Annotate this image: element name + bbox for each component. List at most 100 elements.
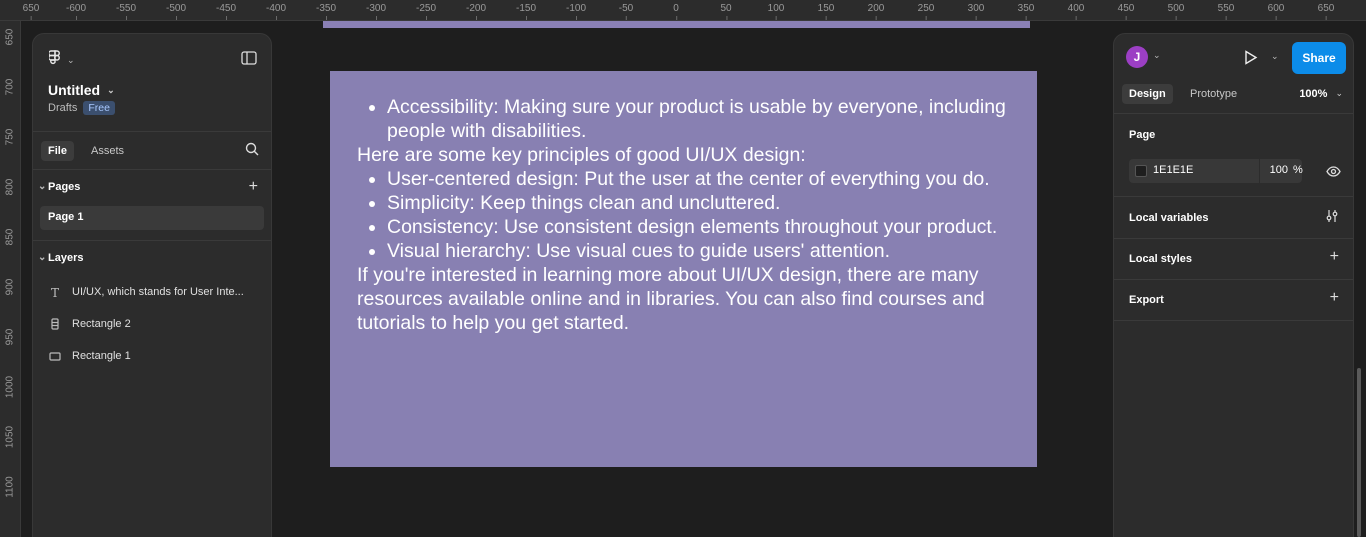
add-page-plus-icon[interactable]: + — [249, 178, 258, 196]
tab-assets[interactable]: Assets — [84, 141, 131, 161]
rectangle-2-canvas[interactable] — [323, 21, 1030, 28]
export-label: Export — [1129, 294, 1164, 306]
ruler-tick-label: 400 — [1067, 3, 1085, 20]
eye-icon[interactable] — [1326, 164, 1341, 182]
ruler-tick-label: 300 — [967, 3, 985, 20]
avatar[interactable]: J — [1126, 46, 1148, 68]
chevron-down-icon: ⌄ — [107, 84, 115, 95]
bullet-list-1: Accessibility: Making sure your product … — [357, 95, 1017, 143]
chevron-down-icon: ⌄ — [38, 181, 47, 192]
ruler-tick-label: -400 — [265, 3, 287, 20]
tab-design[interactable]: Design — [1122, 84, 1173, 104]
layer-item[interactable]: Rectangle 2 — [33, 309, 271, 341]
play-icon[interactable] — [1244, 50, 1258, 70]
drafts-label[interactable]: Drafts — [48, 102, 77, 114]
figma-logo-icon — [48, 50, 61, 71]
list-item: User-centered design: Put the user at th… — [387, 167, 1017, 191]
file-title-text: Untitled — [48, 82, 101, 98]
ruler-tick-label: 550 — [1217, 3, 1235, 20]
ruler-tick-label: 500 — [1167, 3, 1185, 20]
text-icon: T — [50, 286, 59, 300]
ruler-tick-label: 350 — [1017, 3, 1035, 20]
pages-section-header[interactable]: ⌄ Pages + — [33, 170, 271, 206]
layer-name: Rectangle 1 — [72, 350, 131, 362]
bullet-list-2: User-centered design: Put the user at th… — [357, 167, 1017, 263]
layer-name: Rectangle 2 — [72, 318, 131, 330]
chevron-down-icon: ⌄ — [67, 55, 75, 65]
export-row[interactable]: Export + — [1114, 280, 1353, 321]
rectangle-icon — [48, 350, 62, 364]
layer-name: UI/UX, which stands for User Inte... — [72, 286, 244, 298]
file-meta: Drafts Free — [48, 101, 115, 115]
opacity-field[interactable]: 100 % — [1260, 159, 1303, 183]
paragraph: If you're interested in learning more ab… — [357, 264, 985, 334]
layer-item[interactable]: Rectangle 1 — [33, 341, 271, 373]
left-tabs: File Assets — [33, 132, 271, 170]
horizontal-ruler: 650 -600 -550 -500 -450 -400 -350 -300 -250 -200-… — [0, 0, 1366, 21]
ruler-tick-label: -50 — [618, 3, 634, 20]
ruler-tick-label: 0 — [673, 3, 679, 20]
sidebar-toggle-icon[interactable] — [241, 51, 257, 70]
chevron-down-icon[interactable]: ⌄ — [1153, 50, 1161, 61]
zoom-dropdown[interactable]: 100% ⌄ — [1299, 88, 1343, 100]
ruler-tick-label: -200 — [465, 3, 487, 20]
share-button[interactable]: Share — [1292, 42, 1346, 74]
vertical-ruler: 650 700 750 800 850 900 950 1000 1050 1100 — [0, 21, 21, 537]
right-sidebar: J ⌄ ⌄ Share Design Prototype 100% ⌄ Page… — [1113, 33, 1354, 537]
ruler-tick-label: 250 — [917, 3, 935, 20]
list-item: Accessibility: Making sure your product … — [387, 95, 1017, 143]
ruler-tick-label: -600 — [65, 3, 87, 20]
right-tabs: Design Prototype 100% ⌄ — [1114, 80, 1353, 114]
layers-section-header[interactable]: ⌄ Layers — [33, 241, 271, 277]
local-styles-label: Local styles — [1129, 253, 1192, 265]
add-style-plus-icon[interactable]: + — [1330, 248, 1339, 266]
percent-sign: % — [1293, 164, 1303, 176]
layers-title: Layers — [48, 252, 84, 264]
ruler-tick-label: 150 — [817, 3, 835, 20]
file-title[interactable]: Untitled ⌄ — [48, 82, 115, 98]
tab-prototype[interactable]: Prototype — [1183, 84, 1244, 104]
ruler-tick-label: -100 — [565, 3, 587, 20]
plan-badge: Free — [83, 101, 115, 115]
rectangle-vertical-icon — [48, 318, 62, 332]
list-item: Consistency: Use consistent design eleme… — [387, 215, 1017, 239]
text-frame-rectangle-1[interactable]: Accessibility: Making sure your product … — [330, 71, 1037, 467]
add-export-plus-icon[interactable]: + — [1330, 289, 1339, 307]
left-sidebar: ⌄ Untitled ⌄ Drafts Free File Assets ⌄ P… — [32, 33, 272, 537]
paragraph: Here are some key principles of good UI/… — [357, 144, 806, 166]
ruler-tick-label: -250 — [415, 3, 437, 20]
ruler-tick-label: 450 — [1117, 3, 1135, 20]
zoom-value: 100% — [1299, 88, 1328, 100]
page-section-title: Page — [1129, 129, 1156, 141]
chevron-down-icon[interactable]: ⌄ — [1271, 51, 1279, 62]
tab-file[interactable]: File — [41, 141, 74, 161]
local-styles-row[interactable]: Local styles + — [1114, 239, 1353, 280]
variables-adjust-icon[interactable] — [1325, 209, 1339, 228]
chevron-down-icon: ⌄ — [38, 252, 47, 263]
ruler-tick-label: 600 — [1267, 3, 1285, 20]
ruler-tick-label: 650 — [1317, 3, 1335, 20]
ruler-tick-label: -500 — [165, 3, 187, 20]
search-icon[interactable] — [245, 142, 259, 161]
list-item: Visual hierarchy: Use visual cues to gui… — [387, 239, 1017, 263]
ruler-tick-label: -350 — [315, 3, 337, 20]
ruler-tick-label: 100 — [767, 3, 785, 20]
ruler-tick-label: 50 — [720, 3, 732, 20]
page-list-item[interactable]: Page 1 — [40, 206, 264, 230]
ruler-tick-label: 200 — [867, 3, 885, 20]
page-color-field[interactable]: 1E1E1E — [1129, 159, 1259, 183]
ruler-tick-label: 650 — [22, 3, 40, 20]
local-variables-label: Local variables — [1129, 212, 1209, 224]
layer-item[interactable]: T UI/UX, which stands for User Inte... — [33, 277, 271, 309]
chevron-down-icon: ⌄ — [1335, 88, 1343, 98]
ruler-tick-label: -550 — [115, 3, 137, 20]
main-menu-button[interactable]: ⌄ — [48, 50, 75, 71]
color-swatch[interactable] — [1135, 165, 1147, 177]
scrollbar[interactable] — [1357, 368, 1361, 537]
local-variables-row[interactable]: Local variables — [1114, 198, 1353, 239]
ruler-tick-label: -150 — [515, 3, 537, 20]
list-item: Simplicity: Keep things clean and unclut… — [387, 191, 1017, 215]
file-header: ⌄ Untitled ⌄ Drafts Free — [33, 34, 271, 132]
color-hex-value: 1E1E1E — [1153, 164, 1194, 176]
ruler-tick-label: -450 — [215, 3, 237, 20]
